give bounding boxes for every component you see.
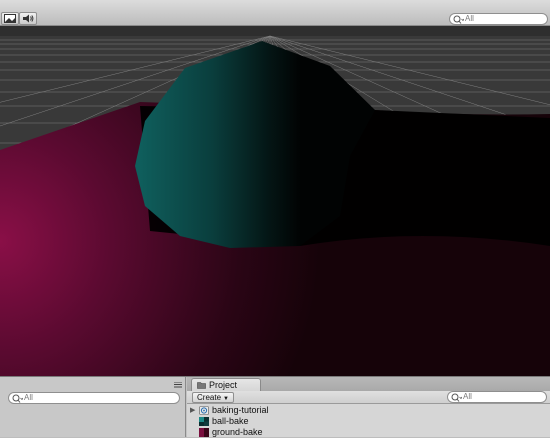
hierarchy-search-field[interactable]: All (8, 392, 180, 404)
speaker-icon[interactable] (19, 12, 37, 25)
folder-icon (197, 382, 206, 389)
search-icon (453, 15, 464, 24)
project-asset-list: ▶ baking-tutorial ball-bake ground-bake (187, 404, 550, 437)
hierarchy-pane: All (0, 377, 186, 437)
list-item[interactable]: ▶ baking-tutorial (187, 405, 550, 416)
search-placeholder: All (463, 392, 472, 401)
scene-view-image-icon[interactable] (1, 12, 19, 25)
dropdown-arrow-icon: ▼ (223, 396, 229, 402)
search-placeholder: All (24, 393, 33, 402)
pane-menu-icon[interactable] (174, 382, 182, 388)
search-placeholder: All (465, 14, 474, 23)
asset-name: ball-bake (212, 416, 249, 426)
search-icon (451, 393, 462, 402)
unity-scene-icon (199, 406, 209, 415)
tab-project[interactable]: Project (191, 378, 261, 391)
list-item[interactable]: ball-bake (187, 416, 550, 427)
search-icon (12, 394, 23, 403)
scene-toolbar: All (0, 0, 550, 26)
texture-icon (199, 417, 209, 426)
list-item[interactable]: ground-bake (187, 427, 550, 438)
tab-label: Project (209, 380, 238, 390)
project-search-field[interactable]: All (447, 391, 547, 403)
scene-search-field[interactable]: All (449, 13, 548, 25)
asset-name: ground-bake (212, 427, 263, 437)
project-toolbar: Create ▼ All (187, 391, 550, 404)
scene-viewport[interactable] (0, 26, 550, 376)
create-button[interactable]: Create ▼ (192, 392, 234, 403)
expand-arrow-icon[interactable]: ▶ (190, 406, 195, 414)
create-label: Create (197, 393, 222, 402)
bottom-panels: All Project Create ▼ All ▶ baking-tutori… (0, 376, 550, 437)
asset-name: baking-tutorial (212, 405, 269, 415)
project-tabbar: Project (187, 377, 550, 391)
